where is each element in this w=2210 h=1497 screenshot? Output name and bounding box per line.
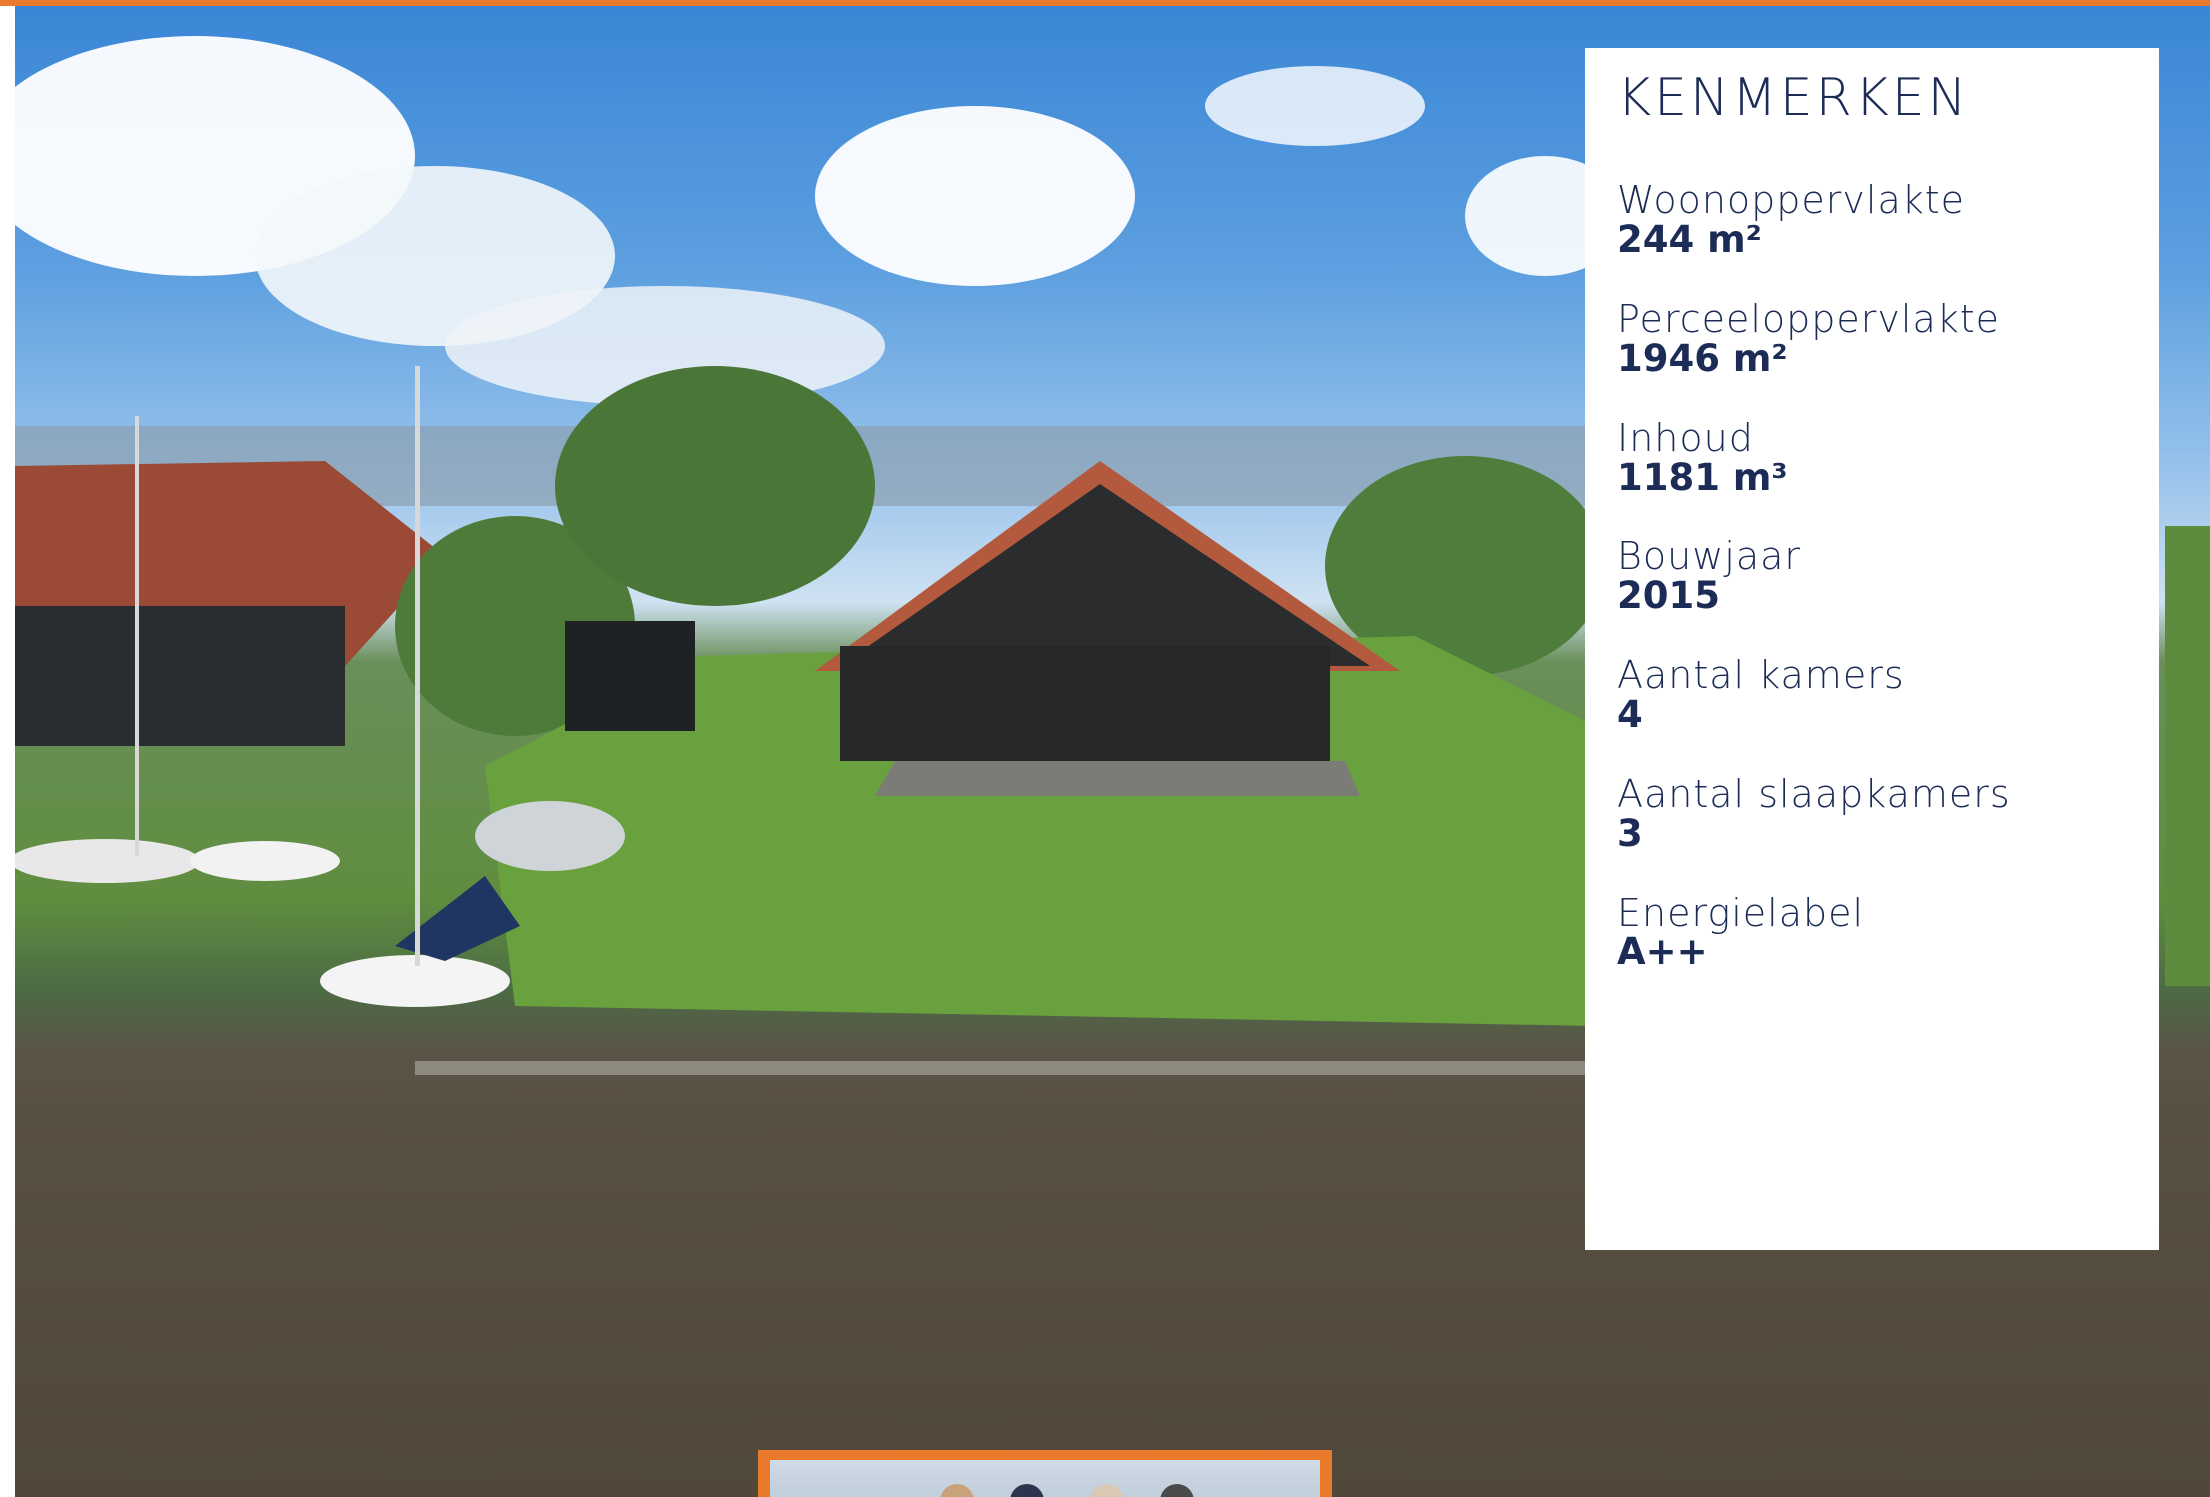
features-title: KENMERKEN xyxy=(1617,68,1970,128)
team-photo xyxy=(770,1460,1320,1497)
feature-build-year: Bouwjaar 2015 xyxy=(1617,534,2127,618)
feature-living-area: Woonoppervlakte 244 m² xyxy=(1617,178,2127,262)
feature-plot-area: Perceeloppervlakte 1946 m² xyxy=(1617,296,2127,380)
feature-value: 3 xyxy=(1617,811,1643,855)
feature-value: 2015 xyxy=(1617,574,1720,618)
feature-value: A++ xyxy=(1617,930,1708,974)
feature-volume: Inhoud 1181 m³ xyxy=(1617,415,2127,499)
feature-label: Bouwjaar xyxy=(1617,534,1802,579)
feature-label: Energielabel xyxy=(1617,890,1865,935)
feature-value: 1181 m³ xyxy=(1617,455,1788,499)
feature-rooms: Aantal kamers 4 xyxy=(1617,653,2127,737)
feature-label: Woonoppervlakte xyxy=(1617,178,1966,223)
feature-value: 4 xyxy=(1617,693,1643,737)
feature-label: Inhoud xyxy=(1617,415,1754,460)
feature-label: Perceeloppervlakte xyxy=(1617,296,2001,341)
feature-label: Aantal kamers xyxy=(1617,653,1905,698)
feature-bedrooms: Aantal slaapkamers 3 xyxy=(1617,771,2127,855)
feature-label: Aantal slaapkamers xyxy=(1617,771,2011,816)
feature-value: 1946 m² xyxy=(1617,336,1788,380)
feature-energy-label: Energielabel A++ xyxy=(1617,890,2127,974)
features-panel: KENMERKEN Woonoppervlakte 244 m² Perceel… xyxy=(1585,48,2159,1250)
team-photo-frame xyxy=(758,1450,1332,1497)
feature-value: 244 m² xyxy=(1617,218,1762,262)
